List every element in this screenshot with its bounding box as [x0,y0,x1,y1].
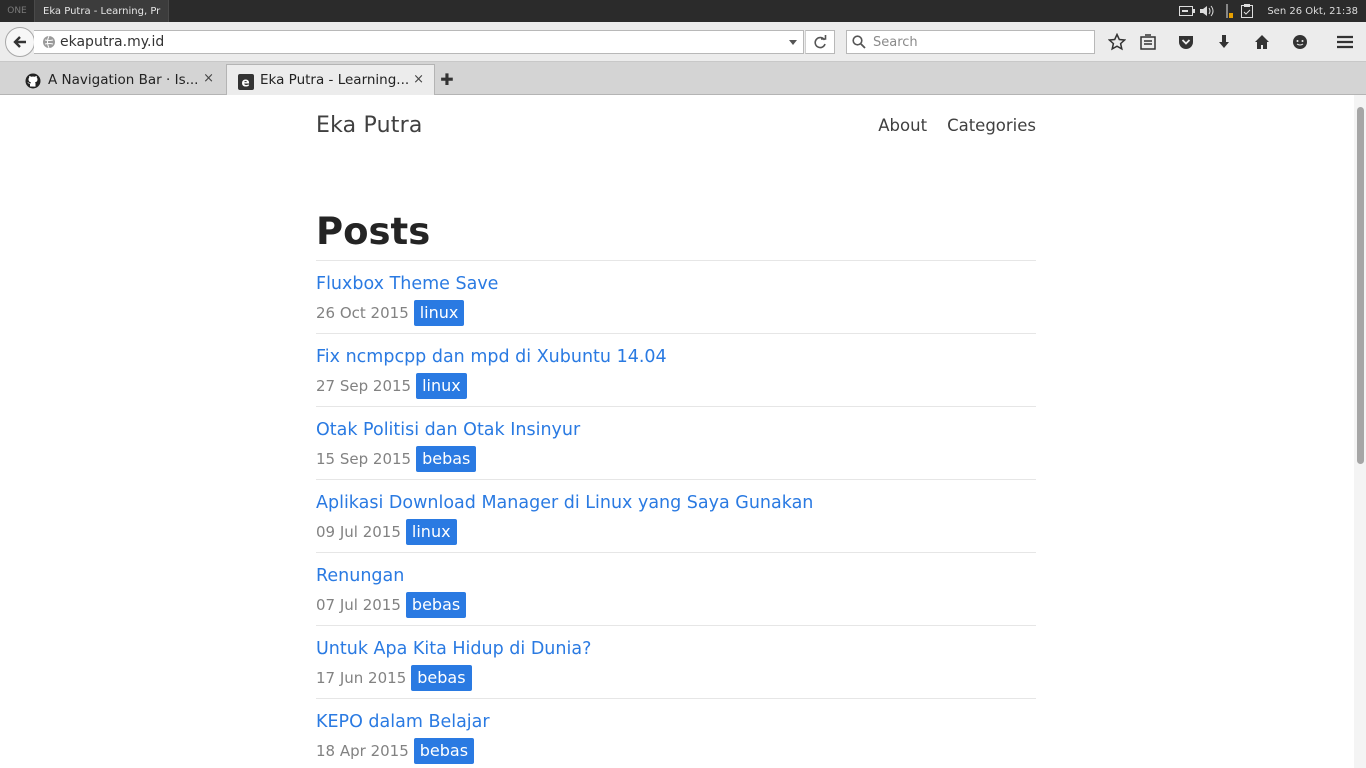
menu-icon[interactable] [1334,31,1356,53]
bookmarks-menu-icon[interactable] [1137,31,1159,53]
post-list-item: Fluxbox Theme Save 26 Oct 2015 linux [316,261,1036,334]
site-header: Eka Putra About Categories [316,95,1036,157]
post-title-link[interactable]: Fluxbox Theme Save [316,273,1036,295]
post-title-link[interactable]: Fix ncmpcpp dan mpd di Xubuntu 14.04 [316,346,1036,368]
post-meta: 09 Jul 2015 linux [316,519,1036,545]
system-panel: ONE Eka Putra - Learning, Pr Sen 26 Okt,… [0,0,1366,22]
system-tray: Sen 26 Okt, 21:38 [1177,0,1366,22]
svg-text:e: e [242,76,250,90]
back-button[interactable] [5,27,35,57]
tab-eka-putra[interactable]: e Eka Putra - Learning... × [226,64,435,95]
downloads-icon[interactable] [1213,31,1235,53]
post-title-link[interactable]: Otak Politisi dan Otak Insinyur [316,419,1036,441]
search-input[interactable] [871,33,1081,51]
post-title-link[interactable]: KEPO dalam Belajar [316,711,1036,733]
home-icon[interactable] [1251,31,1273,53]
post-tag[interactable]: bebas [416,446,477,472]
tab-strip: A Navigation Bar · Is... × e Eka Putra -… [0,62,1366,95]
post-meta: 07 Jul 2015 bebas [316,592,1036,618]
post-list-item: KEPO dalam Belajar 18 Apr 2015 bebas [316,699,1036,768]
clipboard-icon[interactable] [1239,4,1255,18]
post-date: 17 Jun 2015 [316,669,407,687]
volume-icon[interactable] [1199,4,1215,18]
post-list-item: Renungan 07 Jul 2015 bebas [316,553,1036,626]
post-list-item: Untuk Apa Kita Hidup di Dunia? 17 Jun 20… [316,626,1036,699]
post-title-link[interactable]: Untuk Apa Kita Hidup di Dunia? [316,638,1036,660]
network-icon[interactable] [1219,4,1235,18]
page-scrollbar[interactable] [1354,95,1366,768]
tab-title: A Navigation Bar · Is... [48,71,198,88]
web-page: Eka Putra About Categories Posts Fluxbox… [0,95,1366,768]
globe-icon[interactable] [38,35,60,49]
post-list: Fluxbox Theme Save 26 Oct 2015 linux Fix… [316,261,1036,768]
post-date: 15 Sep 2015 [316,450,412,468]
post-date: 18 Apr 2015 [316,742,409,760]
post-tag[interactable]: linux [413,300,465,326]
nav-link-about[interactable]: About [878,116,927,135]
tab-title: Eka Putra - Learning... [260,72,410,88]
pocket-icon[interactable] [1175,31,1197,53]
clock[interactable]: Sen 26 Okt, 21:38 [1267,6,1358,17]
chat-icon[interactable] [1289,31,1311,53]
post-tag[interactable]: bebas [405,592,467,618]
post-tag[interactable]: linux [416,373,467,399]
site-nav: About Categories [878,116,1036,135]
reload-icon [814,35,827,49]
url-text[interactable]: ekaputra.my.id [60,34,783,50]
back-arrow-icon [13,36,26,48]
url-bar[interactable]: ekaputra.my.id [34,30,804,54]
page-container: Eka Putra About Categories Posts Fluxbox… [316,95,1036,768]
post-list-item: Otak Politisi dan Otak Insinyur 15 Sep 2… [316,407,1036,480]
post-tag[interactable]: bebas [411,665,472,691]
post-meta: 27 Sep 2015 linux [316,373,1036,399]
post-meta: 18 Apr 2015 bebas [316,738,1036,764]
post-meta: 26 Oct 2015 linux [316,300,1036,326]
post-title-link[interactable]: Renungan [316,565,1036,587]
site-title-link[interactable]: Eka Putra [316,113,423,138]
reload-button[interactable] [805,30,835,54]
battery-icon[interactable] [1179,4,1196,18]
taskbar-window-button[interactable]: Eka Putra - Learning, Pr [34,0,170,22]
workspace-label[interactable]: ONE [0,6,34,16]
navigation-toolbar: ekaputra.my.id [0,22,1366,62]
github-icon [25,73,41,89]
tab-github[interactable]: A Navigation Bar · Is... × [0,64,224,95]
scrollbar-thumb[interactable] [1357,107,1364,464]
post-title-link[interactable]: Aplikasi Download Manager di Linux yang … [316,492,1036,514]
bookmark-star-icon[interactable] [1106,31,1128,53]
post-tag[interactable]: bebas [413,738,475,764]
post-list-item: Fix ncmpcpp dan mpd di Xubuntu 14.04 27 … [316,334,1036,407]
site-favicon-icon: e [238,74,254,90]
new-tab-button[interactable]: ✚ [438,70,456,89]
nav-link-categories[interactable]: Categories [947,116,1036,135]
post-tag[interactable]: linux [405,519,457,545]
post-meta: 17 Jun 2015 bebas [316,665,1036,691]
close-tab-icon[interactable]: × [413,72,424,87]
post-date: 07 Jul 2015 [316,596,401,614]
post-date: 27 Sep 2015 [316,377,412,395]
post-date: 09 Jul 2015 [316,523,401,541]
search-bar[interactable] [846,30,1095,54]
post-date: 26 Oct 2015 [316,304,409,322]
search-icon[interactable] [847,35,871,49]
history-dropdown-icon[interactable] [783,39,803,45]
post-meta: 15 Sep 2015 bebas [316,446,1036,472]
close-tab-icon[interactable]: × [203,71,214,86]
post-list-item: Aplikasi Download Manager di Linux yang … [316,480,1036,553]
page-title: Posts [316,210,1036,261]
